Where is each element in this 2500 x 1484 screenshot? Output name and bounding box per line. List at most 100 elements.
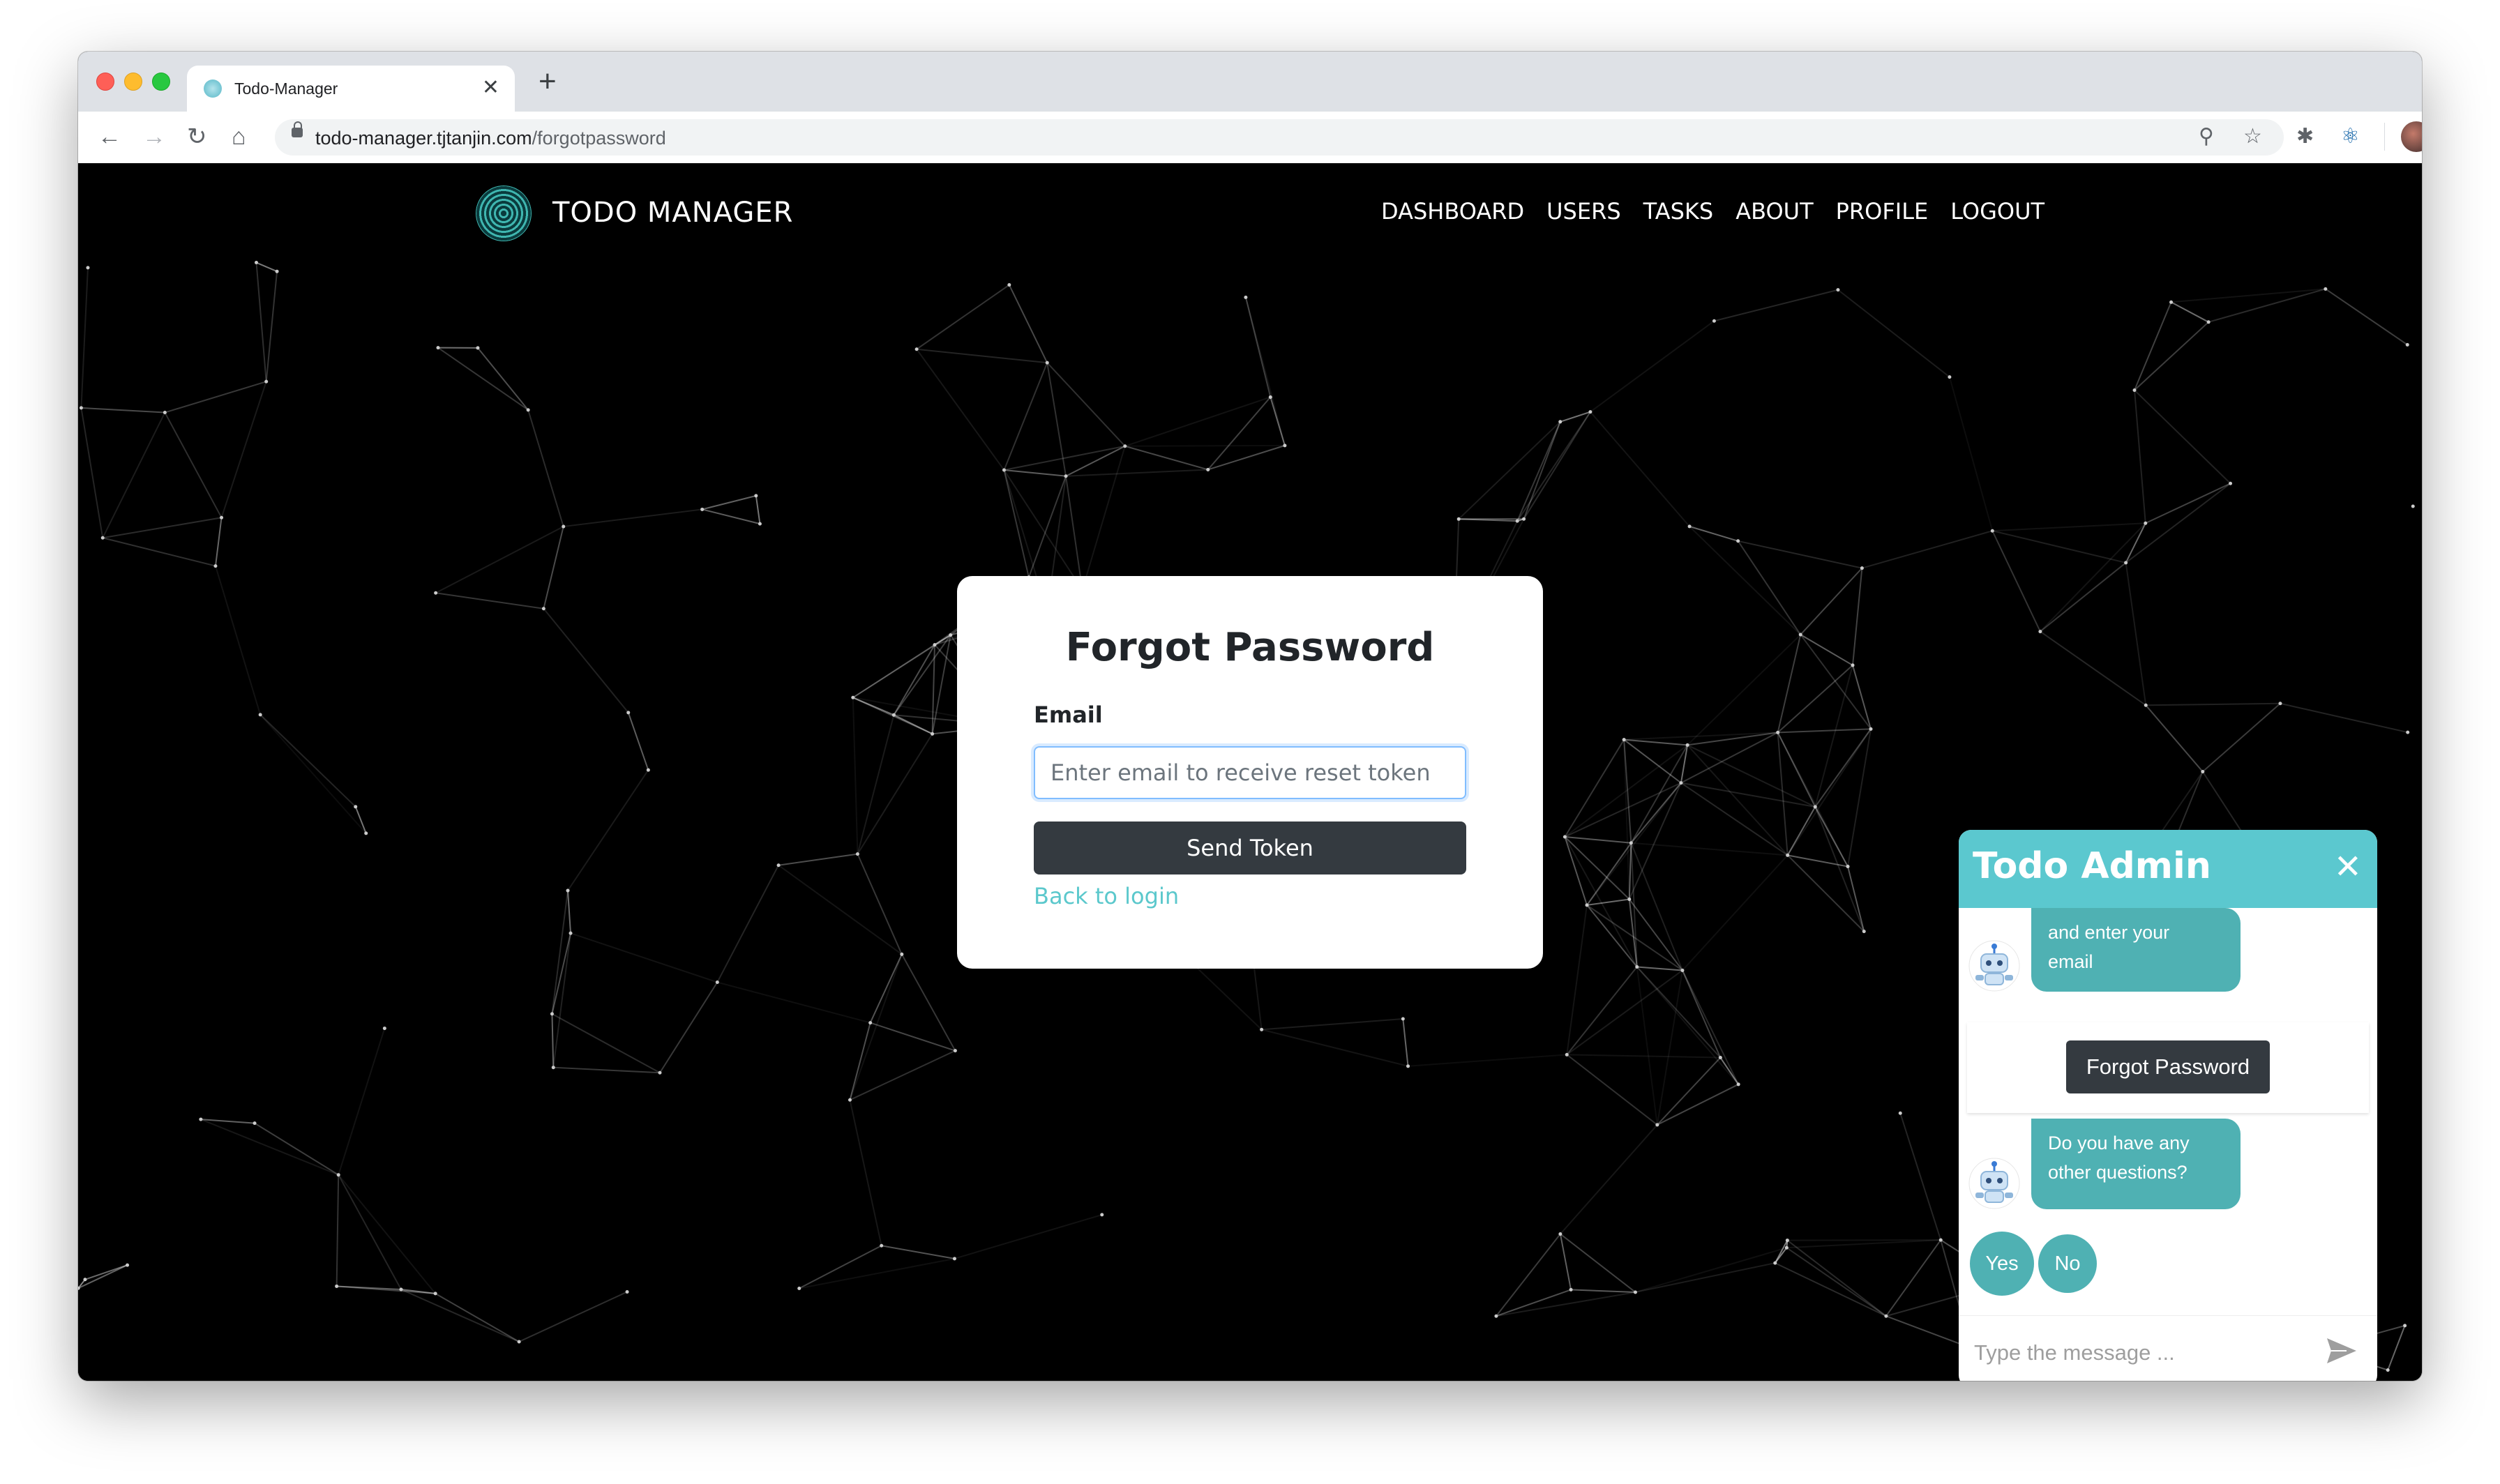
network-line: [477, 347, 529, 411]
nav-profile[interactable]: PROFILE: [1836, 198, 1929, 225]
react-devtools-icon[interactable]: ⚛: [2341, 124, 2360, 149]
home-icon[interactable]: ⌂: [232, 123, 246, 151]
network-node: [1522, 517, 1526, 521]
url-text[interactable]: todo-manager.tjtanjin.com/forgotpassword: [315, 128, 666, 149]
network-node: [1260, 1027, 1264, 1031]
network-line: [2171, 301, 2209, 323]
network-node: [2144, 703, 2148, 707]
network-line: [2145, 704, 2204, 773]
forward-icon[interactable]: →: [142, 123, 166, 151]
yes-option-button[interactable]: Yes: [1970, 1232, 2034, 1296]
network-line: [552, 933, 572, 1068]
network-node: [868, 1021, 873, 1025]
close-window-button[interactable]: [96, 73, 114, 91]
network-node: [1948, 375, 1952, 379]
network-line: [893, 635, 951, 716]
network-node: [220, 515, 224, 520]
back-icon[interactable]: ←: [98, 123, 121, 151]
network-line: [435, 1292, 520, 1342]
network-node: [931, 732, 935, 736]
back-to-login-link[interactable]: Back to login: [1034, 883, 1179, 909]
minimize-window-button[interactable]: [124, 73, 142, 91]
network-line: [1777, 732, 1789, 856]
network-line: [1847, 729, 1872, 867]
bot-message-line: Do you have any: [2048, 1133, 2190, 1153]
network-node: [880, 1243, 884, 1248]
tab-bar: Todo-Manager ✕ +: [78, 52, 2422, 112]
network-node: [1268, 395, 1272, 399]
network-line: [1008, 285, 1048, 363]
network-line: [893, 644, 935, 716]
network-node: [949, 633, 953, 637]
chat-close-icon[interactable]: ✕: [2334, 849, 2362, 886]
network-line: [254, 1122, 339, 1176]
network-line: [1586, 782, 1682, 906]
send-token-button[interactable]: Send Token: [1034, 821, 1466, 874]
network-line: [702, 508, 760, 525]
network-line: [1559, 1234, 1572, 1290]
address-bar[interactable]: todo-manager.tjtanjin.com/forgotpassword: [275, 119, 2284, 156]
network-line: [852, 644, 935, 699]
nav-links: DASHBOARD USERS TASKS ABOUT PROFILE LOGO…: [1381, 198, 2045, 225]
network-line: [1786, 1239, 1941, 1249]
network-line: [1680, 732, 1779, 784]
network-node: [354, 805, 358, 809]
network-node: [1206, 467, 1210, 471]
send-icon[interactable]: [2326, 1337, 2358, 1365]
network-node: [1588, 410, 1592, 414]
network-line: [1207, 444, 1286, 471]
network-node: [83, 1278, 87, 1282]
network-line: [916, 349, 1005, 471]
network-node: [1406, 1064, 1410, 1068]
forgot-password-option-button[interactable]: Forgot Password: [2066, 1040, 2270, 1093]
network-line: [1786, 854, 1865, 932]
network-node: [2132, 388, 2137, 392]
network-line: [1066, 469, 1208, 477]
network-line: [2387, 1325, 2406, 1370]
tab-close-icon[interactable]: ✕: [482, 75, 499, 100]
network-line: [1631, 842, 1788, 856]
network-line: [165, 381, 267, 414]
network-node: [2405, 342, 2409, 347]
network-node: [1401, 1017, 1405, 1021]
nav-tasks[interactable]: TASKS: [1643, 198, 1714, 225]
brand-logo-icon[interactable]: [476, 186, 532, 241]
network-line: [1624, 739, 1688, 746]
network-node: [1622, 738, 1626, 742]
network-line: [200, 1119, 339, 1176]
nav-users[interactable]: USERS: [1546, 198, 1621, 225]
network-node: [2386, 1368, 2390, 1372]
network-line: [778, 864, 903, 955]
network-line: [1623, 739, 1682, 784]
chat-message-input[interactable]: [1973, 1333, 2310, 1373]
reload-icon[interactable]: ↻: [187, 123, 207, 151]
network-node: [1898, 1111, 1902, 1115]
no-option-button[interactable]: No: [2038, 1234, 2097, 1293]
nav-logout[interactable]: LOGOUT: [1950, 198, 2045, 225]
network-line: [2125, 522, 2146, 563]
lock-icon: [292, 121, 303, 137]
site-navbar: TODO MANAGER DASHBOARD USERS TASKS ABOUT…: [78, 163, 2422, 261]
extensions-icon[interactable]: ✱: [2296, 124, 2314, 149]
network-line: [1590, 320, 1715, 413]
network-line: [2134, 389, 2231, 484]
network-line: [1786, 728, 1872, 856]
profile-avatar[interactable]: [2401, 121, 2422, 152]
network-line: [1590, 411, 1690, 527]
nav-dashboard[interactable]: DASHBOARD: [1381, 198, 1524, 225]
email-input[interactable]: [1034, 746, 1466, 799]
network-line: [81, 407, 165, 414]
browser-tab[interactable]: Todo-Manager ✕: [187, 66, 515, 112]
bot-message-line: email: [2048, 951, 2093, 972]
network-node: [1786, 853, 1790, 857]
network-line: [1630, 782, 1682, 844]
bookmark-star-icon[interactable]: ☆: [2243, 124, 2262, 149]
nav-about[interactable]: ABOUT: [1735, 198, 1813, 225]
new-tab-button[interactable]: +: [539, 64, 557, 99]
brand-name[interactable]: TODO MANAGER: [552, 197, 793, 229]
key-icon[interactable]: ⚲: [2199, 124, 2214, 149]
network-line: [1003, 362, 1048, 471]
network-line: [570, 932, 718, 983]
toolbar-divider: [2384, 123, 2385, 151]
maximize-window-button[interactable]: [152, 73, 170, 91]
